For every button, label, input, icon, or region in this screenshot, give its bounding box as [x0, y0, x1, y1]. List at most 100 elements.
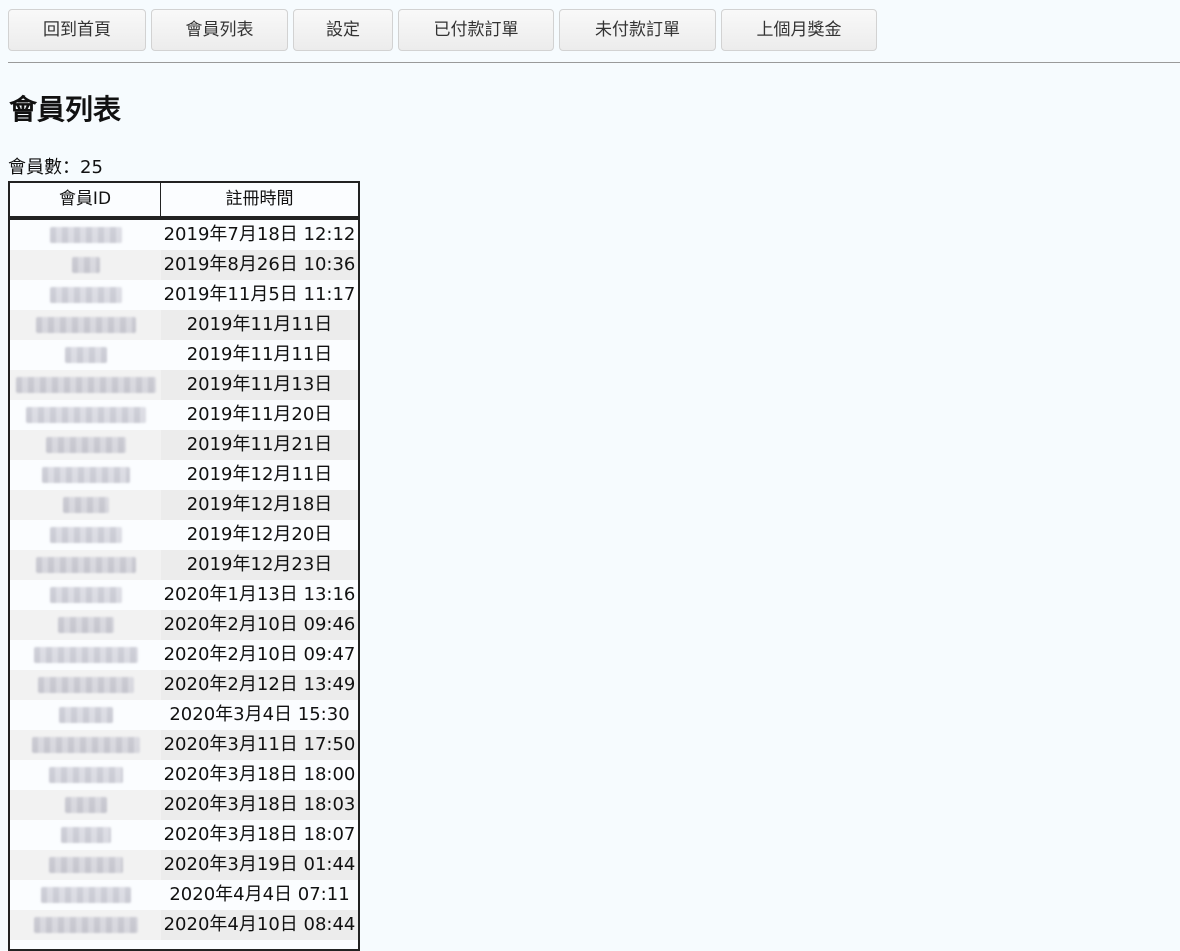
- redacted-member-id: [31, 737, 140, 753]
- member-id-cell: [10, 250, 161, 280]
- table-row: 2020年2月10日 09:47: [10, 640, 358, 670]
- member-list-button[interactable]: 會員列表: [151, 9, 288, 51]
- table-row: 2019年11月21日 13:59: [10, 430, 358, 485]
- redacted-member-id: [71, 257, 100, 273]
- redacted-member-id: [60, 827, 111, 843]
- unpaid-orders-button[interactable]: 未付款訂單: [559, 9, 716, 51]
- member-id-cell: [10, 880, 161, 910]
- register-time-cell: 2019年7月18日 12:12: [161, 220, 358, 250]
- redacted-member-id: [58, 707, 113, 723]
- table-row: 2019年12月11日 13:12: [10, 460, 358, 515]
- table-row: 2020年1月13日 13:16: [10, 580, 358, 610]
- member-count: 會員數：25: [8, 157, 103, 178]
- redacted-member-id: [62, 497, 109, 513]
- table-body: 2019年7月18日 12:12 2019年8月26日 10:36 2019年11月…: [10, 220, 358, 940]
- register-time-cell: 2020年4月4日 07:11: [161, 880, 358, 910]
- register-time-cell: 2019年11月5日 11:17: [161, 280, 358, 310]
- member-id-cell: [10, 760, 161, 790]
- table-row: 2020年3月18日 18:00: [10, 760, 358, 790]
- register-time-cell: 2020年3月19日 01:44: [161, 850, 358, 880]
- member-id-cell: [10, 580, 161, 610]
- register-time-cell: 2019年12月11日 13:12: [161, 460, 358, 515]
- table-row: 2020年2月10日 09:46: [10, 610, 358, 640]
- register-time-cell: 2020年2月12日 13:49: [161, 670, 358, 700]
- table-row: 2019年11月20日 18:25: [10, 400, 358, 455]
- table-row: 2019年7月18日 12:12: [10, 220, 358, 250]
- redacted-member-id: [64, 347, 107, 363]
- redacted-member-id: [33, 647, 138, 663]
- page-title: 會員列表: [9, 93, 122, 126]
- member-id-cell: [10, 610, 161, 640]
- member-id-cell: [10, 280, 161, 310]
- table-row: 2020年3月4日 15:30: [10, 700, 358, 730]
- register-time-cell: 2020年1月13日 13:16: [161, 580, 358, 610]
- redacted-member-id: [41, 467, 130, 483]
- member-id-cell: [10, 490, 161, 520]
- table-row: 2020年3月18日 18:03: [10, 790, 358, 820]
- member-id-cell: [10, 460, 161, 490]
- redacted-member-id: [45, 437, 126, 453]
- member-id-cell: [10, 370, 161, 400]
- redacted-member-id: [49, 227, 122, 243]
- header-register-time: 註冊時間: [225, 189, 294, 209]
- table-row: 2020年4月4日 07:11: [10, 880, 358, 910]
- table-row: 2019年11月11日 11:18: [10, 340, 358, 395]
- register-time-cell: 2019年11月11日 11:18: [161, 340, 358, 395]
- member-id-cell: [10, 850, 161, 880]
- table-row: 2019年12月18日 17:38: [10, 490, 358, 545]
- last-month-bonus-button[interactable]: 上個月獎金: [721, 9, 877, 51]
- table-row: 2019年12月20日 19:50: [10, 520, 358, 575]
- redacted-member-id: [49, 287, 122, 303]
- register-time-cell: 2019年11月20日 18:25: [161, 400, 358, 455]
- member-id-cell: [10, 640, 161, 670]
- redacted-member-id: [57, 617, 114, 633]
- register-time-cell: 2019年11月11日 11:18: [161, 310, 358, 365]
- redacted-member-id: [49, 587, 122, 603]
- settings-button[interactable]: 設定: [293, 9, 393, 51]
- table-row: 2019年11月13日 16:26: [10, 370, 358, 425]
- register-time-cell: 2019年12月18日 17:38: [161, 490, 358, 545]
- register-time-cell: 2020年3月18日 18:00: [161, 760, 358, 790]
- redacted-member-id: [33, 917, 138, 933]
- members-table: 會員ID 註冊時間 2019年7月18日 12:12 2019年8月26日 10:…: [8, 181, 360, 951]
- member-id-cell: [10, 310, 161, 340]
- table-header: 會員ID 註冊時間: [10, 183, 358, 220]
- register-time-cell: 2019年12月20日 19:50: [161, 520, 358, 575]
- register-time-cell: 2020年3月18日 18:03: [161, 790, 358, 820]
- divider: [8, 62, 1180, 63]
- member-id-cell: [10, 340, 161, 370]
- register-time-cell: 2020年2月10日 09:47: [161, 640, 358, 670]
- register-time-cell: 2020年3月4日 15:30: [161, 700, 358, 730]
- member-id-cell: [10, 730, 161, 760]
- redacted-member-id: [35, 557, 136, 573]
- redacted-member-id: [35, 317, 136, 333]
- table-row: 2020年3月18日 18:07: [10, 820, 358, 850]
- redacted-member-id: [37, 677, 134, 693]
- member-id-cell: [10, 550, 161, 580]
- table-row: 2019年8月26日 10:36: [10, 250, 358, 280]
- redacted-member-id: [15, 377, 156, 393]
- register-time-cell: 2019年11月13日 16:26: [161, 370, 358, 425]
- table-row: 2019年11月11日 11:18: [10, 310, 358, 365]
- redacted-member-id: [48, 857, 123, 873]
- table-row: 2020年3月11日 17:50: [10, 730, 358, 760]
- member-id-cell: [10, 670, 161, 700]
- member-id-cell: [10, 520, 161, 550]
- register-time-cell: 2019年8月26日 10:36: [161, 250, 358, 280]
- member-id-cell: [10, 790, 161, 820]
- redacted-member-id: [49, 527, 122, 543]
- header-member-id: 會員ID: [10, 183, 161, 216]
- table-row: 2020年3月19日 01:44: [10, 850, 358, 880]
- register-time-cell: 2020年3月11日 17:50: [161, 730, 358, 760]
- member-id-cell: [10, 430, 161, 460]
- register-time-cell: 2019年12月23日 18:01: [161, 550, 358, 605]
- top-nav: 回到首頁 會員列表 設定 已付款訂單 未付款訂單 上個月獎金: [8, 9, 877, 51]
- redacted-member-id: [64, 797, 107, 813]
- home-button[interactable]: 回到首頁: [8, 9, 146, 51]
- paid-orders-button[interactable]: 已付款訂單: [398, 9, 554, 51]
- table-row: 2020年4月10日 08:44: [10, 910, 358, 940]
- redacted-member-id: [48, 767, 123, 783]
- member-id-cell: [10, 220, 161, 250]
- register-time-cell: 2020年4月10日 08:44: [161, 910, 358, 940]
- table-row: 2019年11月5日 11:17: [10, 280, 358, 310]
